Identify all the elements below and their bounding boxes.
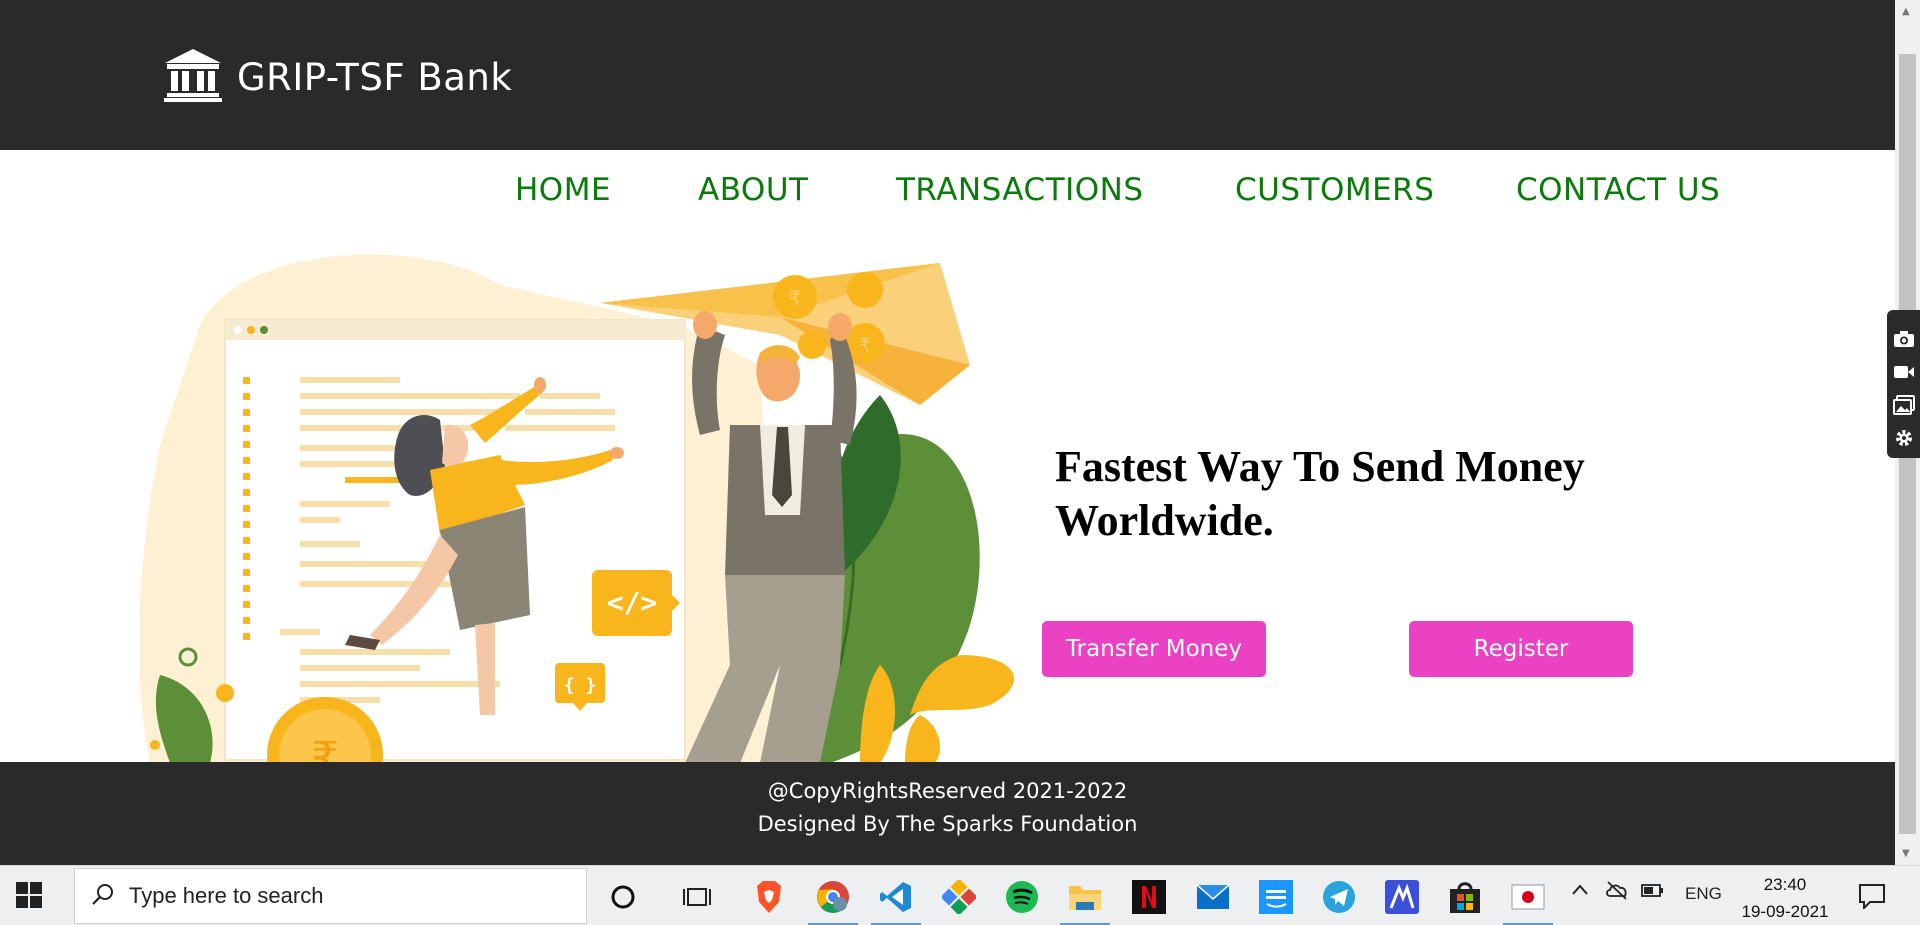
telegram-icon[interactable]	[1320, 878, 1358, 916]
taskbar-search[interactable]	[74, 868, 587, 924]
browser-page: GRIP-TSF Bank HOME ABOUT TRANSACTIONS CU…	[0, 0, 1920, 925]
rupee-symbol-3: ₹	[311, 733, 339, 763]
show-hidden-icons-chevron-icon[interactable]	[1570, 880, 1590, 905]
meet-app-icon[interactable]	[1383, 878, 1421, 916]
notification-center-icon[interactable]	[1858, 883, 1886, 913]
store-icon[interactable]	[1446, 878, 1484, 916]
site-header: GRIP-TSF Bank	[0, 0, 1895, 150]
nav-customers[interactable]: CUSTOMERS	[1235, 172, 1434, 208]
vscode-icon[interactable]	[871, 878, 921, 925]
nav-transactions[interactable]: TRANSACTIONS	[896, 172, 1144, 208]
video-camera-icon[interactable]	[1893, 361, 1915, 383]
clock-time: 23:40	[1763, 875, 1807, 894]
camera-icon[interactable]	[1893, 328, 1915, 350]
scroll-down-arrow-icon[interactable]: ▼	[1902, 848, 1910, 859]
prime-video-icon[interactable]	[1257, 878, 1295, 916]
scroll-up-arrow-icon[interactable]: ▲	[1902, 6, 1910, 17]
mail-icon[interactable]	[1194, 878, 1232, 916]
code-badge-text: </>	[607, 586, 658, 619]
gallery-icon[interactable]	[1892, 394, 1915, 416]
nav-home[interactable]: HOME	[515, 172, 611, 208]
settings-gear-icon[interactable]	[1893, 427, 1915, 449]
search-icon	[91, 882, 115, 910]
brave-icon[interactable]	[750, 878, 788, 916]
netflix-icon[interactable]	[1130, 878, 1168, 916]
spotify-icon[interactable]	[1003, 878, 1041, 916]
clock-date: 19-09-2021	[1741, 902, 1829, 921]
language-indicator[interactable]: ENG	[1685, 884, 1722, 904]
main-nav: HOME ABOUT TRANSACTIONS CUSTOMERS CONTAC…	[0, 172, 1895, 222]
site-title: GRIP-TSF Bank	[237, 55, 513, 99]
windows-start-icon[interactable]	[16, 882, 42, 912]
capture-toolbar	[1887, 310, 1920, 458]
hero-illustration: </> { } ₹ ₹ ₹	[139, 245, 1040, 813]
credits-text: Designed By The Sparks Foundation	[757, 812, 1138, 836]
transfer-money-button[interactable]: Transfer Money	[1042, 621, 1266, 677]
cortana-icon[interactable]	[604, 878, 642, 916]
rupee-symbol-1: ₹	[789, 286, 802, 310]
system-clock[interactable]: 23:40 19-09-2021	[1735, 871, 1835, 925]
nav-contact-us[interactable]: CONTACT US	[1516, 172, 1720, 208]
nav-about[interactable]: ABOUT	[698, 172, 808, 208]
onedrive-offline-icon[interactable]	[1605, 880, 1629, 905]
chrome-icon[interactable]	[808, 878, 858, 925]
hero-headline: Fastest Way To Send Money Worldwide.	[1055, 442, 1585, 545]
flag-app-icon[interactable]	[1503, 878, 1553, 925]
rupee-symbol-2: ₹	[859, 335, 870, 356]
brand-logo[interactable]: GRIP-TSF Bank	[163, 47, 512, 107]
sourcetree-icon[interactable]	[940, 878, 978, 916]
battery-icon[interactable]	[1640, 880, 1664, 905]
register-button[interactable]: Register	[1409, 621, 1633, 677]
file-explorer-icon[interactable]	[1060, 878, 1110, 925]
copyright-text: @CopyRightsReserved 2021-2022	[767, 779, 1128, 803]
search-input[interactable]	[129, 883, 529, 909]
task-view-icon[interactable]	[678, 878, 716, 916]
windows-taskbar: ENG 23:40 19-09-2021	[0, 865, 1920, 925]
site-footer: @CopyRightsReserved 2021-2022 Designed B…	[0, 762, 1895, 865]
brace-badge-text: { }	[564, 675, 597, 696]
bank-building-icon	[163, 47, 223, 107]
